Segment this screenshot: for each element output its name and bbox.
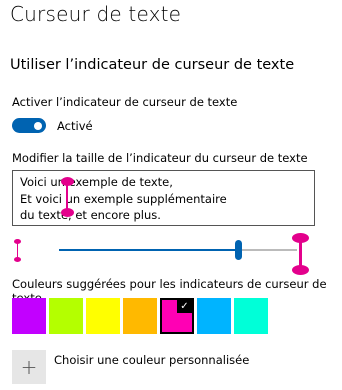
page-title: Curseur de texte <box>10 2 182 26</box>
cursor-preview-box: Voici un exemple de texte, Et voici un ex… <box>12 170 315 226</box>
color-swatch[interactable] <box>86 298 120 334</box>
custom-color-button[interactable]: + <box>12 350 46 384</box>
color-swatch[interactable] <box>12 298 46 334</box>
toggle-knob <box>34 121 42 130</box>
color-swatch[interactable] <box>197 298 231 334</box>
toggle-state-text: Activé <box>57 119 93 133</box>
plus-icon: + <box>20 355 38 379</box>
custom-color-label[interactable]: Choisir une couleur personnalisée <box>54 353 249 367</box>
color-swatch[interactable]: ✓ <box>160 298 194 334</box>
section-heading: Utiliser l’indicateur de curseur de text… <box>10 57 295 73</box>
color-swatches: ✓ <box>12 298 271 334</box>
color-swatch[interactable] <box>49 298 83 334</box>
large-indicator-icon-bottom <box>292 265 309 275</box>
preview-line: du texte, et encore plus. <box>20 208 161 222</box>
slider-track <box>239 249 297 251</box>
preview-line: Voici un exemple de texte, <box>20 175 173 189</box>
indicator-toggle[interactable] <box>12 118 46 133</box>
size-label: Modifier la taille de l’indicateur du cu… <box>12 151 308 165</box>
slider-track-filled <box>59 249 239 251</box>
preview-line: Et voici un exemple supplémentaire <box>20 191 227 206</box>
preview-text: Voici un exemple de texte, Et voici un ex… <box>20 174 227 224</box>
small-indicator-icon-bottom <box>14 257 21 262</box>
checkmark-icon: ✓ <box>177 300 192 313</box>
cursor-indicator-bottom-dot <box>61 208 74 217</box>
color-swatch[interactable] <box>123 298 157 334</box>
toggle-label: Activer l’indicateur de curseur de texte <box>12 95 238 109</box>
slider-thumb[interactable] <box>235 240 242 260</box>
size-slider[interactable] <box>12 232 332 276</box>
color-swatch[interactable] <box>234 298 268 334</box>
